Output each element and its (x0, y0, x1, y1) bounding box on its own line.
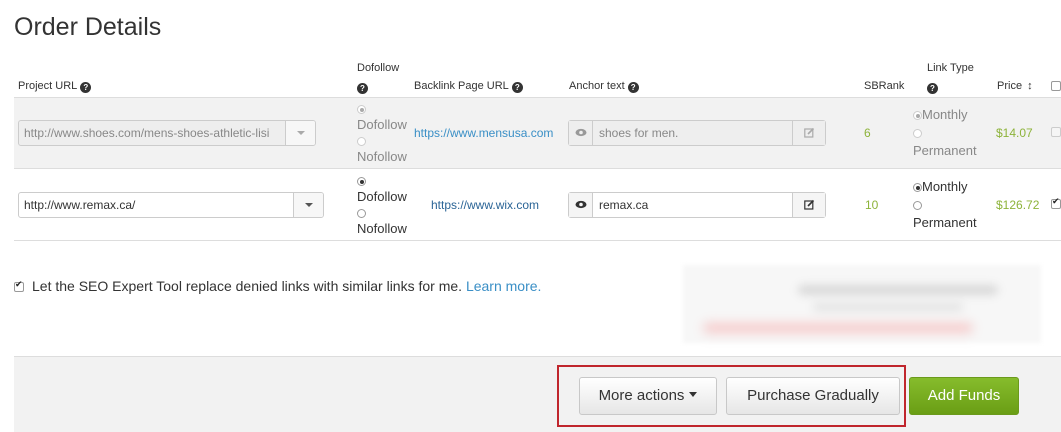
nofollow-radio[interactable] (357, 209, 366, 219)
select-all-checkbox[interactable] (1051, 81, 1061, 91)
nofollow-label: Nofollow (357, 149, 407, 164)
anchor-text-value: remax.ca (599, 198, 649, 212)
nofollow-label: Nofollow (357, 221, 407, 236)
dropdown-toggle[interactable] (293, 193, 323, 217)
dofollow-label: Dofollow (357, 117, 407, 132)
monthly-label: Monthly (922, 107, 968, 122)
nofollow-radio[interactable] (357, 137, 366, 147)
backlink-url-link[interactable]: https://www.mensusa.com (414, 126, 553, 140)
backlink-url-link[interactable]: https://www.wix.com (431, 198, 539, 212)
row-select-checkbox[interactable] (1051, 197, 1061, 209)
page-title: Order Details (14, 13, 162, 41)
anchor-text-field[interactable]: shoes for men. (568, 120, 826, 146)
eye-icon[interactable] (569, 121, 593, 145)
highlight-box (557, 365, 906, 427)
redacted-text (813, 303, 963, 311)
header-label: Dofollow (357, 62, 400, 74)
question-circle-icon[interactable]: ? (927, 83, 938, 94)
header-label: Price (997, 80, 1023, 92)
add-funds-button[interactable]: Add Funds (909, 377, 1019, 415)
header-backlink-page-url: Backlink Page URL? (414, 80, 523, 93)
link-type-radio-group: Monthly Permanent (913, 107, 977, 159)
dofollow-radio[interactable] (357, 105, 366, 115)
replace-denied-links-checkbox[interactable] (14, 280, 24, 292)
redacted-area (683, 265, 1041, 343)
project-url-value: http://www.shoes.com/mens-shoes-athletic… (24, 126, 270, 140)
permanent-label: Permanent (913, 143, 977, 158)
project-url-select[interactable]: http://www.shoes.com/mens-shoes-athletic… (18, 120, 316, 146)
header-label: Anchor text (569, 80, 625, 92)
follow-radio-group: Dofollow Nofollow (357, 101, 407, 165)
monthly-radio[interactable] (913, 183, 922, 193)
dropdown-toggle[interactable] (285, 121, 315, 145)
order-details-page: Order Details Project URL? Dofollow ? Ba… (0, 0, 1061, 432)
dofollow-radio[interactable] (357, 177, 366, 187)
header-label: Backlink Page URL (414, 80, 509, 92)
price-value: $126.72 (996, 198, 1040, 212)
question-circle-icon[interactable]: ? (511, 82, 523, 93)
sort-icon[interactable]: ↕ (1027, 80, 1033, 92)
monthly-radio[interactable] (913, 111, 922, 121)
header-label: Link Type (927, 62, 974, 74)
edit-icon[interactable] (792, 193, 825, 217)
dofollow-label: Dofollow (357, 189, 407, 204)
replace-denied-links-label: Let the SEO Expert Tool replace denied l… (32, 278, 463, 294)
header-anchor-text: Anchor text? (569, 80, 639, 93)
eye-icon[interactable] (569, 193, 593, 217)
project-url-value: http://www.remax.ca/ (24, 198, 136, 212)
permanent-radio[interactable] (913, 129, 922, 139)
question-circle-icon[interactable]: ? (80, 82, 92, 93)
redacted-text (703, 323, 973, 333)
sbrank-value: 6 (864, 126, 871, 140)
anchor-text-field[interactable]: remax.ca (568, 192, 826, 218)
caret-down-icon (305, 203, 313, 207)
header-price[interactable]: Price ↕ (997, 80, 1033, 92)
permanent-radio[interactable] (913, 201, 922, 211)
link-type-radio-group: Monthly Permanent (913, 179, 977, 231)
redacted-text (798, 285, 998, 295)
sbrank-value: 10 (865, 198, 879, 212)
header-label: Project URL (18, 80, 78, 92)
edit-icon[interactable] (792, 121, 825, 145)
header-project-url: Project URL? (18, 80, 92, 93)
header-dofollow: Dofollow ? (357, 62, 399, 94)
header-link-type: Link Type ? (927, 62, 974, 94)
row-select-checkbox[interactable] (1051, 127, 1061, 137)
project-url-select[interactable]: http://www.remax.ca/ (18, 192, 324, 218)
monthly-label: Monthly (922, 179, 968, 194)
permanent-label: Permanent (913, 215, 977, 230)
follow-radio-group: Dofollow Nofollow (357, 173, 407, 237)
header-sbrank[interactable]: SBRank (864, 80, 904, 92)
question-circle-icon[interactable]: ? (357, 83, 368, 94)
price-value: $14.07 (996, 126, 1033, 140)
anchor-text-value: shoes for men. (599, 126, 679, 140)
caret-down-icon (297, 131, 305, 135)
replace-denied-links-option: Let the SEO Expert Tool replace denied l… (14, 278, 541, 294)
question-circle-icon[interactable]: ? (627, 82, 639, 93)
learn-more-link[interactable]: Learn more. (466, 278, 541, 294)
